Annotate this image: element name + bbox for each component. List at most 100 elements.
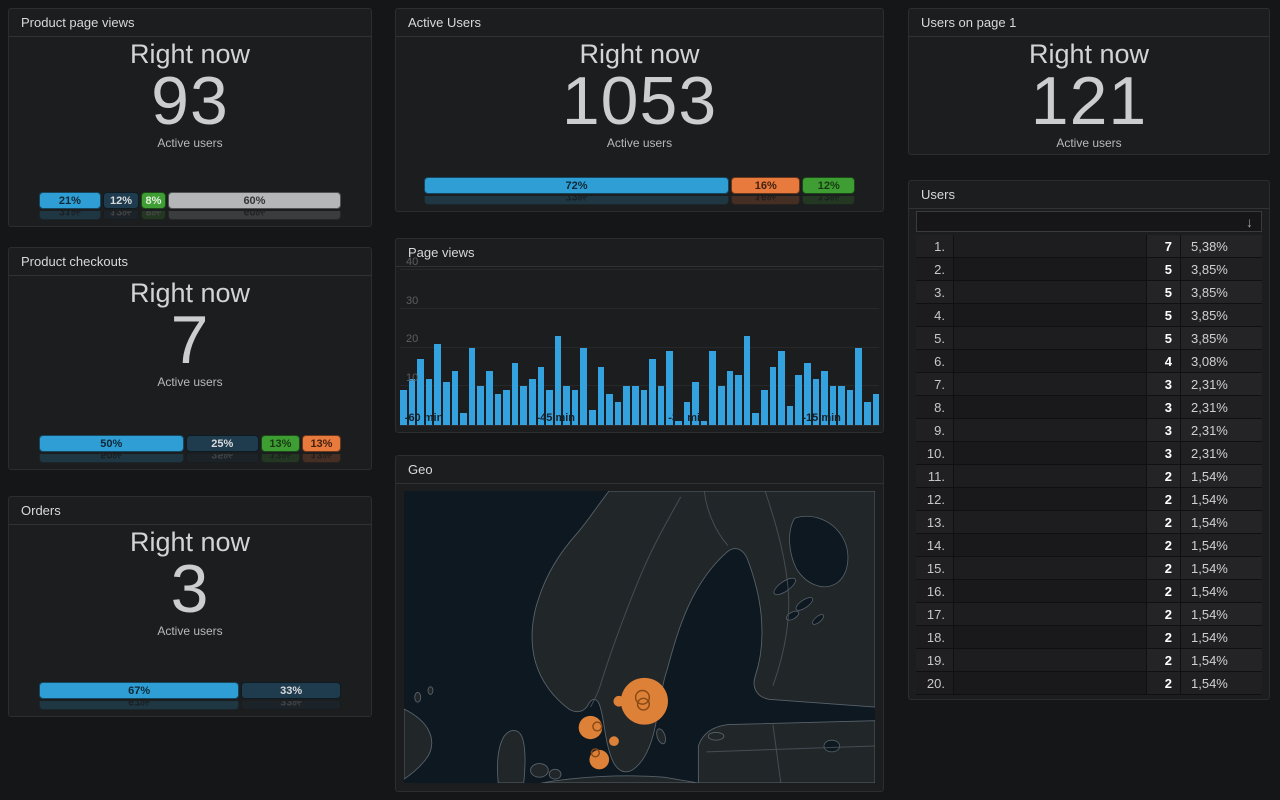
pageviews-bar[interactable]: [855, 348, 862, 426]
pageviews-bar[interactable]: [486, 371, 493, 425]
table-row[interactable]: 14.21,54%: [916, 534, 1262, 557]
table-row[interactable]: 18.21,54%: [916, 626, 1262, 649]
pageviews-bar[interactable]: [718, 386, 725, 425]
pageviews-bar[interactable]: [761, 390, 768, 425]
pageviews-bar[interactable]: [649, 359, 656, 425]
table-row[interactable]: 19.21,54%: [916, 649, 1262, 672]
table-header[interactable]: ↓: [916, 211, 1262, 232]
pageviews-bar[interactable]: [873, 394, 880, 425]
bar-segment[interactable]: 21%: [39, 192, 101, 209]
bar-segment[interactable]: 25%: [186, 435, 259, 452]
table-row[interactable]: 12.21,54%: [916, 488, 1262, 511]
bar-segment[interactable]: 50%: [39, 435, 184, 452]
pageviews-bar[interactable]: [847, 390, 854, 425]
table-cell-rank: 15.: [916, 557, 954, 579]
pageviews-bar[interactable]: [787, 406, 794, 425]
geo-marker[interactable]: [613, 696, 624, 707]
panel-geo: Geo: [395, 455, 884, 792]
bar-segment[interactable]: 67%: [39, 701, 239, 710]
bar-segment[interactable]: 50%: [39, 454, 184, 463]
table-row[interactable]: 2.53,85%: [916, 258, 1262, 281]
bar-segment[interactable]: 72%: [424, 196, 729, 205]
table-row[interactable]: 16.21,54%: [916, 580, 1262, 603]
panel-title-product-checkouts[interactable]: Product checkouts: [9, 248, 371, 276]
bar-segment[interactable]: 16%: [731, 177, 800, 194]
pageviews-bar[interactable]: [580, 348, 587, 426]
pageviews-bar[interactable]: [864, 402, 871, 425]
bar-segment[interactable]: 8%: [141, 192, 166, 209]
pageviews-bar[interactable]: [778, 351, 785, 425]
table-row[interactable]: 1.75,38%: [916, 235, 1262, 258]
table-row[interactable]: 4.53,85%: [916, 304, 1262, 327]
table-cell-rank: 9.: [916, 419, 954, 441]
table-row[interactable]: 9.32,31%: [916, 419, 1262, 442]
pageviews-bar[interactable]: [529, 379, 536, 426]
pageviews-bar[interactable]: [589, 410, 596, 426]
pageviews-bar[interactable]: [606, 394, 613, 425]
bar-segment[interactable]: 33%: [241, 682, 341, 699]
pageviews-bar[interactable]: [735, 375, 742, 425]
bar-segment[interactable]: 33%: [241, 701, 341, 710]
bar-segment[interactable]: 16%: [731, 196, 800, 205]
pageviews-bar[interactable]: [641, 390, 648, 425]
pageviews-bar[interactable]: [744, 336, 751, 425]
pageviews-bar[interactable]: [658, 386, 665, 425]
table-row[interactable]: 10.32,31%: [916, 442, 1262, 465]
panel-title-users[interactable]: Users: [909, 181, 1269, 209]
panel-title-geo[interactable]: Geo: [396, 456, 883, 484]
pageviews-bar[interactable]: [503, 390, 510, 425]
table-row[interactable]: 8.32,31%: [916, 396, 1262, 419]
bar-segment[interactable]: 13%: [261, 435, 300, 452]
pageviews-bar[interactable]: [598, 367, 605, 425]
bar-segment[interactable]: 67%: [39, 682, 239, 699]
pageviews-bar[interactable]: [770, 367, 777, 425]
bar-segment[interactable]: 60%: [168, 192, 341, 209]
pageviews-bar[interactable]: [632, 386, 639, 425]
pageviews-bar[interactable]: [460, 413, 467, 425]
geo-map[interactable]: [404, 491, 875, 783]
table-row[interactable]: 5.53,85%: [916, 327, 1262, 350]
geo-marker[interactable]: [609, 736, 619, 746]
pageviews-bar[interactable]: [752, 413, 759, 425]
bar-segment[interactable]: 21%: [39, 211, 101, 220]
pageviews-bar[interactable]: [477, 386, 484, 425]
geo-marker[interactable]: [621, 678, 668, 725]
pageviews-bar[interactable]: [520, 386, 527, 425]
pageviews-bar[interactable]: [709, 351, 716, 425]
table-row[interactable]: 17.21,54%: [916, 603, 1262, 626]
pageviews-bar[interactable]: [795, 375, 802, 425]
bar-segment[interactable]: 12%: [103, 192, 139, 209]
panel-title-active-users[interactable]: Active Users: [396, 9, 883, 37]
table-row[interactable]: 13.21,54%: [916, 511, 1262, 534]
panel-title-product-page-views[interactable]: Product page views: [9, 9, 371, 37]
bar-segment[interactable]: 25%: [186, 454, 259, 463]
pageviews-bar[interactable]: [469, 348, 476, 426]
pageviews-bar[interactable]: [615, 402, 622, 425]
bar-segment[interactable]: 12%: [802, 196, 855, 205]
bar-segment[interactable]: 13%: [302, 435, 341, 452]
bar-segment[interactable]: 13%: [261, 454, 300, 463]
table-row[interactable]: 7.32,31%: [916, 373, 1262, 396]
pageviews-bar[interactable]: [443, 382, 450, 425]
pageviews-bar[interactable]: [452, 371, 459, 425]
pageviews-bar[interactable]: [512, 363, 519, 425]
panel-title-orders[interactable]: Orders: [9, 497, 371, 525]
bar-segment[interactable]: 12%: [802, 177, 855, 194]
table-row[interactable]: 3.53,85%: [916, 281, 1262, 304]
table-row[interactable]: 11.21,54%: [916, 465, 1262, 488]
table-row[interactable]: 6.43,08%: [916, 350, 1262, 373]
pageviews-bar[interactable]: [495, 394, 502, 425]
sort-descending-icon[interactable]: ↓: [1246, 215, 1253, 229]
bar-segment[interactable]: 8%: [141, 211, 166, 220]
bar-segment[interactable]: 60%: [168, 211, 341, 220]
pageviews-bar[interactable]: [727, 371, 734, 425]
bar-segment[interactable]: 13%: [302, 454, 341, 463]
table-row[interactable]: 15.21,54%: [916, 557, 1262, 580]
panel-title-page-views[interactable]: Page views: [396, 239, 883, 267]
table-row[interactable]: 20.21,54%: [916, 672, 1262, 695]
geo-marker[interactable]: [579, 716, 603, 739]
bar-segment[interactable]: 72%: [424, 177, 729, 194]
bar-segment[interactable]: 12%: [103, 211, 139, 220]
panel-title-users-on-page-1[interactable]: Users on page 1: [909, 9, 1269, 37]
pageviews-bar[interactable]: [623, 386, 630, 425]
